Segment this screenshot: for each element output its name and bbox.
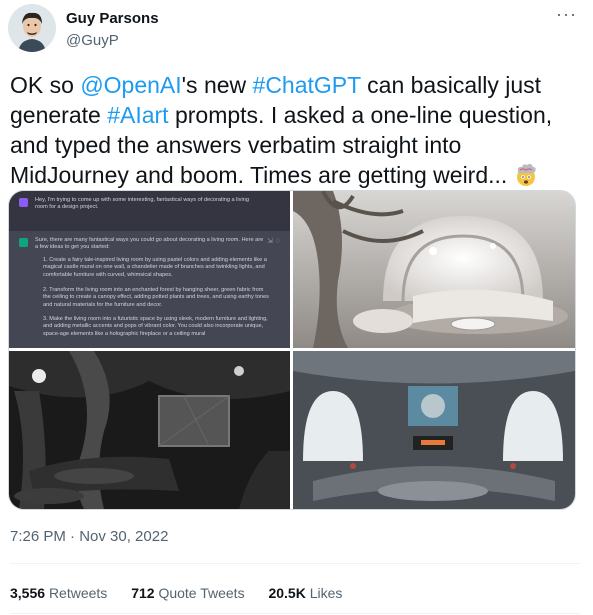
chat-question-text: Hey, I'm trying to come up with some int… (35, 197, 249, 211)
retweets-label: Retweets (48, 585, 108, 601)
divider (10, 563, 580, 564)
avatar-image (8, 4, 56, 52)
retweets-stat[interactable]: 3,556 Retweets (10, 585, 107, 601)
divider (10, 613, 580, 614)
exploding-head-emoji-icon (514, 163, 538, 187)
chat-question-row: Hey, I'm trying to come up with some int… (9, 191, 290, 231)
avatar[interactable] (8, 4, 56, 52)
hashtag-link[interactable]: #AIart (107, 102, 168, 128)
futuristic-living-room-image[interactable] (293, 351, 575, 509)
quote-tweets-label: Quote Tweets (158, 585, 245, 601)
chatgpt-logo-icon (19, 238, 28, 247)
chatgpt-screenshot-image[interactable]: Hey, I'm trying to come up with some int… (9, 191, 290, 348)
quote-tweets-count: 712 (131, 585, 155, 601)
retweets-count: 3,556 (10, 585, 46, 601)
chat-answer-intro: Sure, there are many fantastical ways yo… (35, 237, 264, 251)
author-handle[interactable]: @GuyP (66, 32, 119, 49)
tweet-stats: 3,556 Retweets 712 Quote Tweets 20.5K Li… (10, 585, 362, 601)
likes-label: Likes (309, 585, 343, 601)
tweet-text: OK so @OpenAI's new #ChatGPT can basical… (10, 70, 585, 190)
tweet-text-part: OK so (10, 72, 81, 98)
tweet-timestamp[interactable]: 7:26 PM · Nov 30, 2022 (10, 528, 168, 545)
chat-answer-item: 1. Create a fairy tale-inspired living r… (43, 257, 267, 278)
author-name[interactable]: Guy Parsons (66, 10, 159, 27)
thumbs-icon: ⇲ ♢ (267, 238, 282, 245)
enchanted-forest-living-room-image[interactable] (9, 351, 290, 509)
more-options-icon[interactable]: ··· (556, 4, 577, 25)
likes-stat[interactable]: 20.5K Likes (268, 585, 342, 601)
quote-tweets-stat[interactable]: 712 Quote Tweets (131, 585, 244, 601)
fairytale-living-room-image[interactable] (293, 191, 575, 348)
chat-answer-item: 3. Make the living room into a futuristi… (43, 316, 268, 337)
hashtag-link[interactable]: #ChatGPT (253, 72, 361, 98)
mention-link[interactable]: @OpenAI (80, 72, 181, 98)
likes-count: 20.5K (268, 585, 306, 601)
tweet-text-part: 's new (181, 72, 253, 98)
chat-answer-item: 2. Transform the living room into an enc… (43, 287, 269, 308)
user-avatar-icon (19, 198, 28, 207)
media-grid[interactable]: Hey, I'm trying to come up with some int… (8, 190, 576, 510)
chat-answer-row: Sure, there are many fantastical ways yo… (9, 231, 290, 348)
